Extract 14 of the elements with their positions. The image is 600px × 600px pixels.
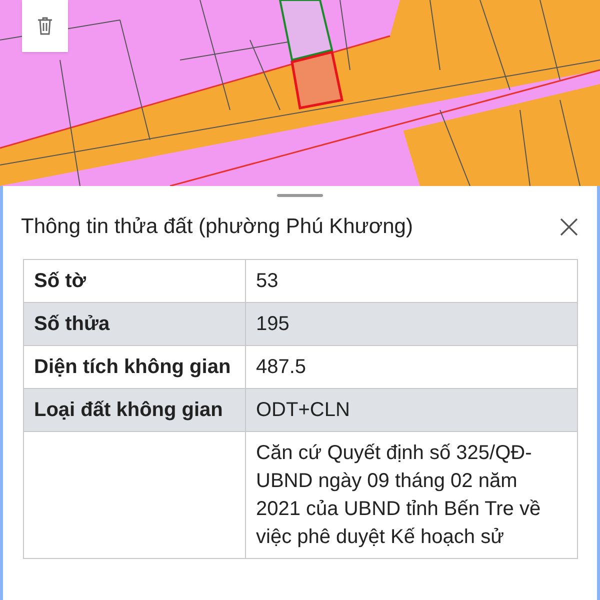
row-value: 487.5 bbox=[246, 345, 578, 388]
drag-handle[interactable] bbox=[277, 194, 323, 197]
close-icon bbox=[560, 218, 578, 236]
delete-button[interactable] bbox=[22, 0, 68, 52]
trash-icon bbox=[37, 17, 53, 35]
row-value: 195 bbox=[246, 302, 578, 345]
row-value: ODT+CLN bbox=[246, 388, 578, 431]
row-label: Diện tích không gian bbox=[24, 345, 246, 388]
row-label: Số tờ bbox=[24, 259, 246, 302]
sheet-title: Thông tin thửa đất (phường Phú Khương) bbox=[21, 214, 413, 240]
row-label: Loại đất không gian bbox=[24, 388, 246, 431]
row-value: Căn cứ Quyết định số 325/QĐ-UBND ngày 09 tháng 02 năm 2021 của UBND tỉnh Bến Tre về việc phê duyệt Kế hoạch sử bbox=[246, 431, 578, 558]
row-label: Số thửa bbox=[24, 302, 246, 345]
row-value: 53 bbox=[246, 259, 578, 302]
